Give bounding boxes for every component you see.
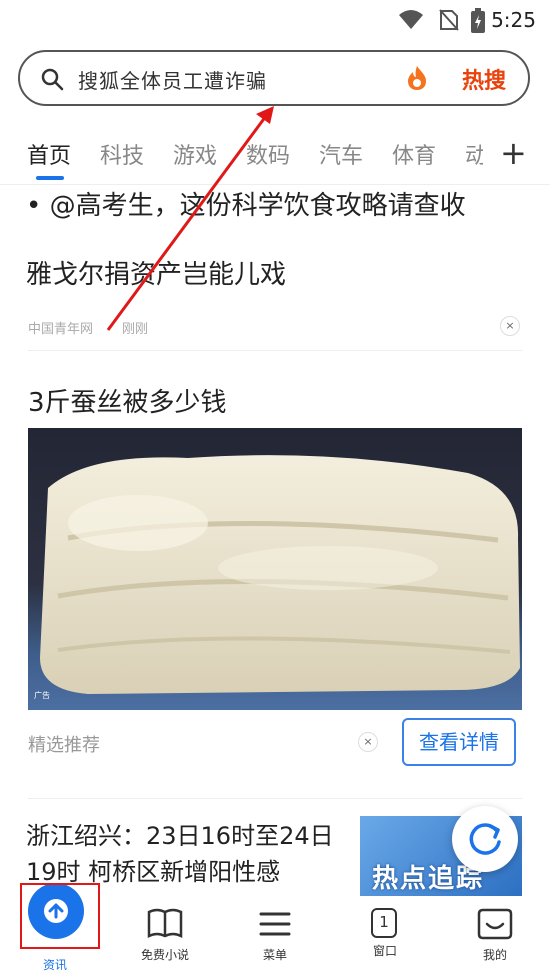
feed-headline-1[interactable]: • @高考生，这份科学饮食攻略请查收 <box>26 185 466 222</box>
nav-free-novels-label: 免费小说 <box>140 948 189 962</box>
battery-charging-icon <box>471 8 485 33</box>
cotton-quilt-image <box>40 455 520 694</box>
tab-auto[interactable]: 汽车 <box>319 138 363 170</box>
nav-free-novels[interactable]: 免费小说 <box>110 906 220 963</box>
ad-dismiss-button[interactable]: × <box>358 732 378 752</box>
nav-windows[interactable]: 1 窗口 <box>330 906 440 959</box>
clock-time: 5:25 <box>491 8 536 32</box>
category-tabs: 首页 科技 游戏 数码 汽车 体育 动 <box>0 128 550 185</box>
nav-windows-label: 窗口 <box>372 944 397 958</box>
divider <box>28 350 522 351</box>
tab-digital[interactable]: 数码 <box>246 138 290 170</box>
book-icon <box>147 908 183 939</box>
nav-menu-label: 菜单 <box>262 948 287 962</box>
dismiss-button[interactable]: × <box>500 316 520 336</box>
ad-tag: 精选推荐 <box>28 735 100 756</box>
window-count: 1 <box>379 913 389 931</box>
highlight-box <box>20 883 100 949</box>
tab-home[interactable]: 首页 <box>27 138 71 170</box>
add-tab-button[interactable]: + <box>500 134 527 172</box>
nav-profile[interactable]: 我的 <box>440 906 550 963</box>
ad-headline[interactable]: 3斤蚕丝被多少钱 <box>28 382 227 419</box>
ad-image[interactable]: 广告 <box>28 428 522 710</box>
search-query-text[interactable]: 搜狐全体员工遭诈骗 <box>78 65 267 94</box>
nav-news-label: 资讯 <box>42 958 67 972</box>
windows-icon: 1 <box>365 906 405 942</box>
wifi-icon <box>399 10 423 29</box>
hot-search-label[interactable]: 热搜 <box>462 63 506 95</box>
tab-tech[interactable]: 科技 <box>100 138 144 170</box>
smiley-icon <box>477 908 513 940</box>
refresh-button[interactable] <box>452 806 518 872</box>
tab-games[interactable]: 游戏 <box>173 138 217 170</box>
divider <box>28 798 522 799</box>
status-bar: 5:25 <box>0 0 550 40</box>
view-details-button[interactable]: 查看详情 <box>402 718 516 766</box>
flame-icon <box>408 66 426 90</box>
nav-news[interactable]: 资讯 <box>0 954 110 973</box>
news-time: 刚刚 <box>122 322 149 337</box>
feed-headline-4[interactable]: 浙江绍兴：23日16时至24日19时 柯桥区新增阳性感 <box>26 818 346 890</box>
tab-anime-partial[interactable]: 动 <box>465 138 483 170</box>
search-bar[interactable]: 搜狐全体员工遭诈骗 热搜 <box>18 50 530 106</box>
search-icon <box>41 68 64 91</box>
feed-headline-2[interactable]: 雅戈尔捐资产岂能儿戏 <box>26 254 286 291</box>
refresh-icon <box>469 823 501 855</box>
menu-icon <box>259 912 291 936</box>
no-sim-icon <box>439 9 459 31</box>
ad-mark: 广告 <box>34 691 50 700</box>
news-source: 中国青年网 <box>28 322 94 337</box>
nav-menu[interactable]: 菜单 <box>220 906 330 963</box>
active-tab-indicator <box>36 176 64 180</box>
tab-sports[interactable]: 体育 <box>392 138 436 170</box>
nav-profile-label: 我的 <box>482 948 507 962</box>
